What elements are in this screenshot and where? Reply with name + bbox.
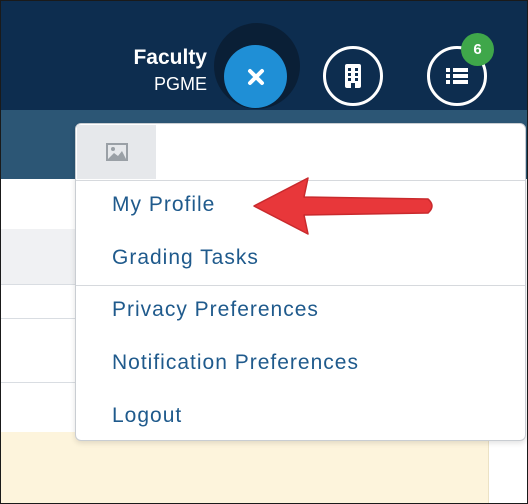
menu-item-grading-tasks[interactable]: Grading Tasks [112, 246, 259, 270]
app-frame: Faculty PGME 6 My Profile Grading Tasks … [0, 0, 528, 504]
menu-item-notification-preferences[interactable]: Notification Preferences [112, 351, 359, 375]
organization-button[interactable] [323, 46, 383, 106]
menu-item-privacy-preferences[interactable]: Privacy Preferences [112, 298, 319, 322]
close-icon [247, 68, 264, 85]
close-menu-button[interactable] [224, 45, 287, 108]
notice-panel [1, 432, 489, 503]
image-placeholder-icon [105, 143, 128, 161]
menu-item-my-profile[interactable]: My Profile [112, 193, 215, 217]
menu-divider [76, 285, 525, 286]
user-name: Faculty [133, 46, 207, 69]
building-icon [345, 64, 361, 88]
list-icon [446, 68, 468, 84]
annotation-arrow [253, 177, 433, 235]
menu-item-logout[interactable]: Logout [112, 404, 182, 428]
notification-count-badge: 6 [461, 33, 494, 66]
row-divider [1, 318, 81, 319]
row-divider [1, 284, 81, 285]
user-dropdown-menu: My Profile Grading Tasks Privacy Prefere… [75, 123, 526, 441]
user-role: PGME [153, 74, 207, 94]
top-navigation-bar: Faculty PGME 6 [1, 1, 527, 110]
row-divider [1, 382, 81, 383]
avatar [77, 125, 156, 179]
table-row [1, 229, 81, 284]
